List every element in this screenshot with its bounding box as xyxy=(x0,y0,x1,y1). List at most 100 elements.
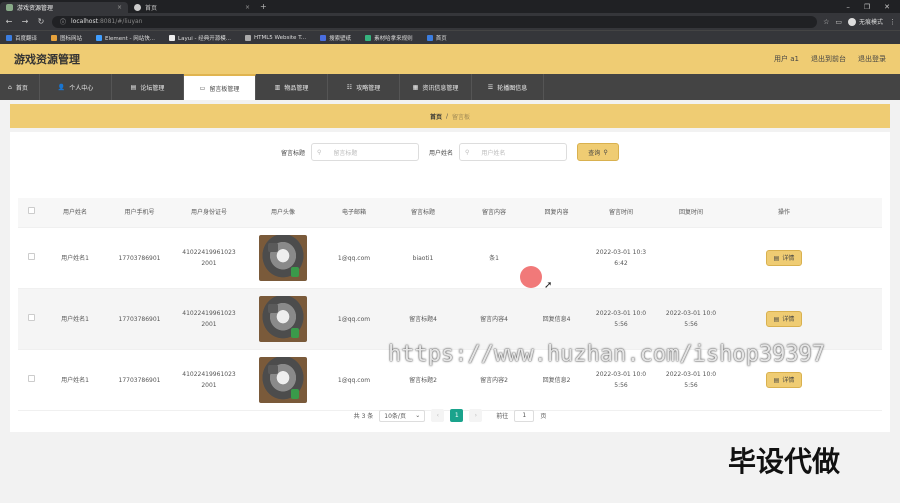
bookmark-icon xyxy=(426,34,433,41)
prev-page-button[interactable]: ‹ xyxy=(431,409,445,422)
time-line: 2022-03-01 10:0 xyxy=(665,310,717,317)
extension-icon[interactable]: ▭ xyxy=(835,18,842,26)
forward-icon[interactable]: → xyxy=(20,17,30,26)
title-search-input[interactable]: ⚲ 留言标题 xyxy=(311,143,419,161)
document-icon: ▤ xyxy=(773,376,780,384)
bookmark-item[interactable]: 搜索壁纸 xyxy=(320,34,351,42)
time-line: 6:42 xyxy=(614,260,628,267)
breadcrumb-current: 留言板 xyxy=(452,113,471,121)
bookmark-icon xyxy=(244,34,251,41)
row-checkbox[interactable] xyxy=(27,374,35,382)
bookmark-item[interactable]: 百度翻译 xyxy=(6,34,37,42)
breadcrumb-home[interactable]: 首页 xyxy=(430,112,442,121)
page-number[interactable]: 1 xyxy=(450,409,464,422)
bookmark-icon xyxy=(6,34,12,41)
reload-icon[interactable]: ↻ xyxy=(36,17,46,26)
address-bar[interactable]: ⓘ localhost :8081/#/liuyan xyxy=(52,15,818,28)
back-icon[interactable]: ← xyxy=(4,17,14,26)
cell-name: 用户姓名1 xyxy=(61,315,89,323)
bookmark-item[interactable]: 图标网站 xyxy=(51,34,82,42)
menu-item-message-board[interactable]: ▭ 留言板管理 xyxy=(184,74,256,100)
menu-item-items[interactable]: ▥ 物品管理 xyxy=(256,74,328,100)
click-indicator xyxy=(520,266,542,288)
bookmark-item[interactable]: Element - 网站快... xyxy=(96,34,155,42)
cell-id-number: 41022419961023 2001 xyxy=(173,308,245,330)
cell-name: 用户姓名1 xyxy=(61,376,89,384)
cell-phone: 17703786901 xyxy=(118,315,161,323)
id-line: 41022419961023 xyxy=(182,249,236,256)
browser-tab[interactable]: 首页 × xyxy=(128,2,256,13)
column-header: 用户头像 xyxy=(270,209,295,216)
minimize-icon[interactable]: – xyxy=(846,3,850,11)
browser-toolbar: ← → ↻ ⓘ localhost :8081/#/liuyan ☆ ▭ 无痕模… xyxy=(0,13,900,30)
search-icon: ⚲ xyxy=(603,148,608,156)
bookmark-icon xyxy=(51,34,58,41)
bookmark-label: 搜索壁纸 xyxy=(329,35,352,42)
maximize-icon[interactable]: ❐ xyxy=(864,3,870,11)
bookmark-label: HTML5 Website T... xyxy=(253,34,307,41)
bookmark-label: 首页 xyxy=(435,35,447,42)
menu-item-forum[interactable]: ▤ 论坛管理 xyxy=(112,74,184,100)
select-all-checkbox[interactable] xyxy=(27,207,35,214)
content-panel: 留言标题 ⚲ 留言标题 用户姓名 ⚲ 用户姓名 查询 ⚲ 用户姓名 用户手机号 … xyxy=(10,132,890,432)
query-button-label: 查询 xyxy=(588,149,601,157)
column-header: 留言时间 xyxy=(608,209,633,216)
column-header: 电子邮箱 xyxy=(341,209,366,216)
close-icon[interactable]: × xyxy=(245,4,250,11)
goto-page-input[interactable]: 1 xyxy=(514,409,535,422)
cell-email: 1@qq.com xyxy=(337,376,371,384)
cell-title: 留言标题2 xyxy=(409,376,437,384)
search-icon: ⚲ xyxy=(317,148,322,156)
menu-item-label: 个人中心 xyxy=(69,84,94,92)
cell-phone: 17703786901 xyxy=(118,376,161,384)
close-window-icon[interactable]: ✕ xyxy=(884,3,890,11)
bookmark-icon xyxy=(96,34,103,41)
id-line: 41022419961023 xyxy=(182,371,236,378)
browser-tab-active[interactable]: 游戏资源管理 × xyxy=(0,2,128,13)
bookmark-item[interactable]: 素材哈拿来规则 xyxy=(365,34,413,42)
row-checkbox[interactable] xyxy=(27,313,35,321)
cell-title: biaoti1 xyxy=(412,254,434,262)
menu-item-carousel[interactable]: ☰ 轮播图信息 xyxy=(472,74,544,100)
bookmark-item[interactable]: Layui - 经典开源模... xyxy=(169,34,231,42)
page-size-select[interactable]: 10条/页 ⌄ xyxy=(379,409,426,422)
bookmark-icon xyxy=(365,34,372,41)
menu-item-label: 轮播图信息 xyxy=(497,84,528,92)
table-header-row: 用户姓名 用户手机号 用户身份证号 用户头像 电子邮箱 留言标题 留言内容 回复… xyxy=(18,198,882,228)
cell-id-number: 41022419961023 2001 xyxy=(173,247,245,269)
logout-link[interactable]: 退出登录 xyxy=(858,54,886,64)
menu-dots-icon[interactable]: ⋮ xyxy=(889,18,896,26)
search-form: 留言标题 ⚲ 留言标题 用户姓名 ⚲ 用户姓名 查询 ⚲ xyxy=(10,143,890,161)
title-search-placeholder: 留言标题 xyxy=(333,149,358,157)
details-button[interactable]: ▤ 详情 xyxy=(766,311,802,327)
details-button[interactable]: ▤ 详情 xyxy=(766,372,802,388)
avatar xyxy=(847,17,856,26)
cell-content: 留言内容4 xyxy=(480,315,508,323)
profile-button[interactable]: 无痕模式 xyxy=(847,17,883,26)
next-page-button[interactable]: › xyxy=(469,409,483,422)
back-to-front-link[interactable]: 退出到前台 xyxy=(811,54,846,64)
new-tab-icon[interactable]: + xyxy=(260,2,267,11)
menu-item-guides[interactable]: ☷ 攻略管理 xyxy=(328,74,400,100)
menu-item-profile[interactable]: 👤 个人中心 xyxy=(40,74,112,100)
star-icon[interactable]: ☆ xyxy=(823,18,829,26)
details-button[interactable]: ▤ 详情 xyxy=(766,250,802,266)
cell-reply: 回复信息2 xyxy=(542,376,571,384)
bookmark-item[interactable]: 首页 xyxy=(426,34,447,42)
chevron-down-icon: ⌄ xyxy=(415,412,421,419)
browser-tab-label: 首页 xyxy=(145,5,158,12)
menu-item-home[interactable]: ⌂ 首页 xyxy=(0,74,40,100)
query-button[interactable]: 查询 ⚲ xyxy=(577,143,620,161)
menu-item-news[interactable]: ▦ 资讯信息管理 xyxy=(400,74,472,100)
bookmark-item[interactable]: HTML5 Website T... xyxy=(244,34,307,41)
menu-item-label: 留言板管理 xyxy=(209,85,240,93)
column-header: 回复时间 xyxy=(678,209,703,216)
cell-reply-time xyxy=(658,253,724,264)
mouse-cursor-icon: ➚ xyxy=(544,280,553,291)
row-checkbox[interactable] xyxy=(27,252,35,260)
name-search-input[interactable]: ⚲ 用户姓名 xyxy=(459,143,568,161)
close-icon[interactable]: × xyxy=(117,4,122,11)
window-controls: – ❐ ✕ xyxy=(846,3,900,11)
menu-item-label: 首页 xyxy=(15,84,28,92)
time-line: 2022-03-01 10:0 xyxy=(595,371,647,378)
